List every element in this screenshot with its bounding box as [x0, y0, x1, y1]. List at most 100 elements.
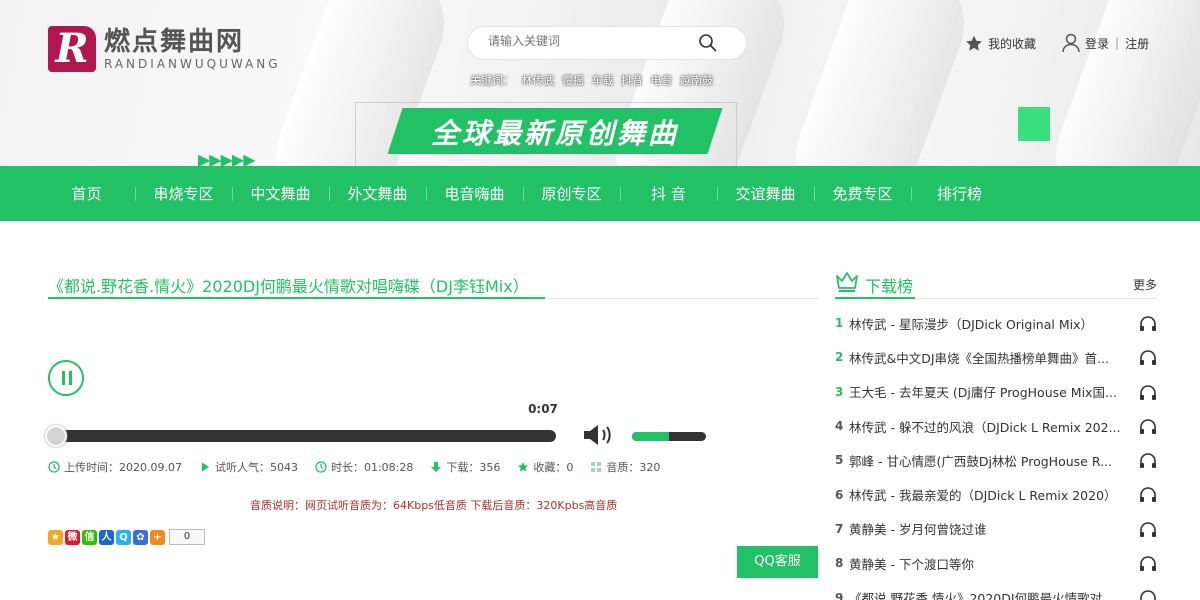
favorites-link[interactable]: 我的收藏 — [964, 34, 1036, 53]
rank-number: 2 — [835, 350, 844, 365]
renren-share-icon[interactable]: 人 — [99, 529, 114, 545]
search-input[interactable] — [488, 34, 698, 48]
current-time: 0:07 — [528, 402, 558, 416]
keyword-link[interactable]: 慢摇 — [562, 74, 584, 87]
nav-item-free[interactable]: 免费专区 — [814, 183, 911, 204]
rank-song-name[interactable]: 王大毛 - 去年夏天 (Dj庸仔 ProgHouse Mix国... — [849, 382, 1121, 401]
headphone-icon[interactable] — [1139, 453, 1157, 469]
meta-text: 试听人气：5043 — [214, 461, 298, 474]
nav-item-original[interactable]: 原创专区 — [523, 183, 620, 204]
meta-text: 音质：320 — [606, 461, 661, 474]
headphone-icon[interactable] — [1139, 521, 1157, 538]
ranking-item[interactable]: 4 林传武 - 躲不过的风浪（DJDick L Remix 202... — [835, 409, 1157, 443]
keywords-label: 关键词： — [470, 74, 514, 87]
pause-button[interactable] — [48, 360, 84, 396]
ranking-item[interactable]: 1 林传武 - 星际漫步（DJDick Original Mix） — [835, 306, 1157, 340]
nav-item-home[interactable]: 首页 — [38, 183, 135, 204]
nav-item-chinese[interactable]: 中文舞曲 — [232, 183, 329, 204]
keyword-link[interactable]: 车载 — [592, 74, 614, 87]
progress-bar[interactable] — [48, 430, 556, 442]
banner-stripe — [779, 0, 981, 166]
ranking-item[interactable]: 6 林传武 - 我最亲爱的（DJDick L Remix 2020） — [835, 477, 1157, 511]
meta-duration: 时长：01:08:28 — [315, 459, 413, 475]
headphone-icon[interactable] — [1139, 350, 1157, 366]
rank-number: 5 — [835, 453, 844, 468]
favorites-label: 我的收藏 — [988, 36, 1037, 51]
meta-text: 下载：356 — [446, 461, 501, 474]
slogan-text: 全球最新原创舞曲 — [430, 117, 679, 150]
volume-slider[interactable] — [632, 432, 706, 441]
star-icon — [966, 35, 982, 51]
rank-song-name[interactable]: 黄静美 - 岁月何曾饶过谁 — [849, 519, 1121, 538]
more-share-icon[interactable]: + — [150, 529, 165, 545]
meta-upload-time: 上传时间：2020.09.07 — [48, 459, 182, 475]
keyword-link[interactable]: 越南鼓 — [680, 74, 713, 87]
ranking-title: 下载榜 — [865, 277, 914, 296]
user-links: 我的收藏 登录 | 注册 — [964, 33, 1149, 53]
green-block-decoration — [1018, 107, 1050, 141]
rank-song-name[interactable]: 林传武 - 星际漫步（DJDick Original Mix） — [849, 314, 1121, 333]
play-icon — [201, 462, 209, 472]
wechat-share-icon[interactable]: 信 — [82, 529, 97, 545]
keyword-link[interactable]: 林传武 — [522, 74, 555, 87]
nav-item-foreign[interactable]: 外文舞曲 — [329, 183, 426, 204]
rank-song-name[interactable]: 郭峰 - 甘心情愿(广西鼓Dj林松 ProgHouse R... — [849, 451, 1121, 470]
headphone-icon[interactable] — [1139, 316, 1157, 332]
nav-item-douyin[interactable]: 抖 音 — [620, 183, 717, 204]
headphone-icon[interactable] — [1139, 556, 1157, 572]
ranking-item[interactable]: 2 林传武&中文DJ串烧《全国热播榜单舞曲》首... — [835, 340, 1157, 374]
qq-service-button[interactable]: QQ客服 — [737, 546, 818, 578]
nav-item-ranking[interactable]: 排行榜 — [911, 183, 1008, 204]
ranking-item[interactable]: 9 《都说.野花香.情火》2020DJ何鹏最火情歌对... — [835, 580, 1157, 600]
crown-icon — [836, 272, 858, 292]
logo-text-en: RANDIANWUQUWANG — [104, 57, 281, 71]
meta-favorites: 收藏：0 — [517, 459, 573, 475]
rank-number: 3 — [835, 384, 844, 399]
headphone-icon[interactable] — [1139, 384, 1157, 401]
ranking-list: 1 林传武 - 星际漫步（DJDick Original Mix） 2 林传武&中文D… — [835, 306, 1157, 600]
grid-icon — [591, 462, 602, 472]
quality-note: 音质说明：网页试听音质为：64Kbps低音质 下载后音质：320Kpbs高音质 — [250, 499, 618, 512]
keyword-link[interactable]: 抖音 — [621, 74, 643, 87]
search-icon[interactable] — [698, 33, 718, 53]
site-logo[interactable]: R 燃点舞曲网 RANDIANWUQUWANG — [48, 26, 281, 72]
main-nav: 首页 串烧专区 中文舞曲 外文舞曲 电音嗨曲 原创专区 抖 音 交谊舞曲 免费专… — [0, 166, 1200, 221]
banner-stripe — [1039, 0, 1200, 166]
divider: | — [1115, 36, 1120, 50]
ranking-item[interactable]: 8 黄静美 - 下个渡口等你 — [835, 546, 1157, 580]
header-banner: R 燃点舞曲网 RANDIANWUQUWANG 关键词： 林传武 慢摇 车载 抖… — [0, 0, 1200, 166]
rank-song-name[interactable]: 《都说.野花香.情火》2020DJ何鹏最火情歌对... — [849, 588, 1121, 600]
register-link[interactable]: 注册 — [1125, 35, 1149, 52]
arrows-decoration: ▶▶▶▶▶ — [198, 150, 256, 166]
nav-item-medley[interactable]: 串烧专区 — [135, 183, 232, 204]
login-link[interactable]: 登录 — [1085, 35, 1109, 52]
rank-number: 7 — [835, 521, 844, 536]
ranking-underline — [835, 297, 915, 299]
keyword-link[interactable]: 电音 — [651, 74, 673, 87]
headphone-icon[interactable] — [1139, 487, 1157, 503]
nav-item-ballroom[interactable]: 交谊舞曲 — [717, 183, 814, 204]
baidu-share-icon[interactable]: ✿ — [133, 529, 148, 545]
ranking-item[interactable]: 5 郭峰 - 甘心情愿(广西鼓Dj林松 ProgHouse R... — [835, 443, 1157, 477]
rank-song-name[interactable]: 林传武&中文DJ串烧《全国热播榜单舞曲》首... — [849, 348, 1121, 367]
tqq-share-icon[interactable]: Q — [116, 529, 131, 545]
volume-icon[interactable] — [582, 422, 616, 448]
headphone-icon[interactable] — [1139, 590, 1157, 600]
volume-fill — [632, 432, 669, 441]
ranking-item[interactable]: 3 王大毛 - 去年夏天 (Dj庸仔 ProgHouse Mix国... — [835, 375, 1157, 409]
more-link[interactable]: 更多 — [1133, 276, 1157, 293]
headphone-icon[interactable] — [1139, 419, 1157, 435]
rank-song-name[interactable]: 林传武 - 躲不过的风浪（DJDick L Remix 202... — [849, 417, 1121, 436]
meta-quality: 音质：320 — [590, 459, 660, 475]
weibo-share-icon[interactable]: 微 — [65, 529, 80, 545]
rank-number: 1 — [835, 316, 844, 331]
ranking-item[interactable]: 7 黄静美 - 岁月何曾饶过谁 — [835, 512, 1157, 546]
nav-item-electronic[interactable]: 电音嗨曲 — [426, 183, 523, 204]
logo-text-cn: 燃点舞曲网 — [104, 27, 245, 57]
search-box — [468, 27, 746, 59]
keyword-bar: 关键词： 林传武 慢摇 车载 抖音 电音 越南鼓 — [470, 72, 717, 88]
qzone-share-icon[interactable]: ★ — [48, 529, 63, 545]
rank-song-name[interactable]: 黄静美 - 下个渡口等你 — [849, 554, 1121, 573]
progress-knob[interactable] — [45, 425, 67, 447]
rank-song-name[interactable]: 林传武 - 我最亲爱的（DJDick L Remix 2020） — [849, 485, 1121, 504]
